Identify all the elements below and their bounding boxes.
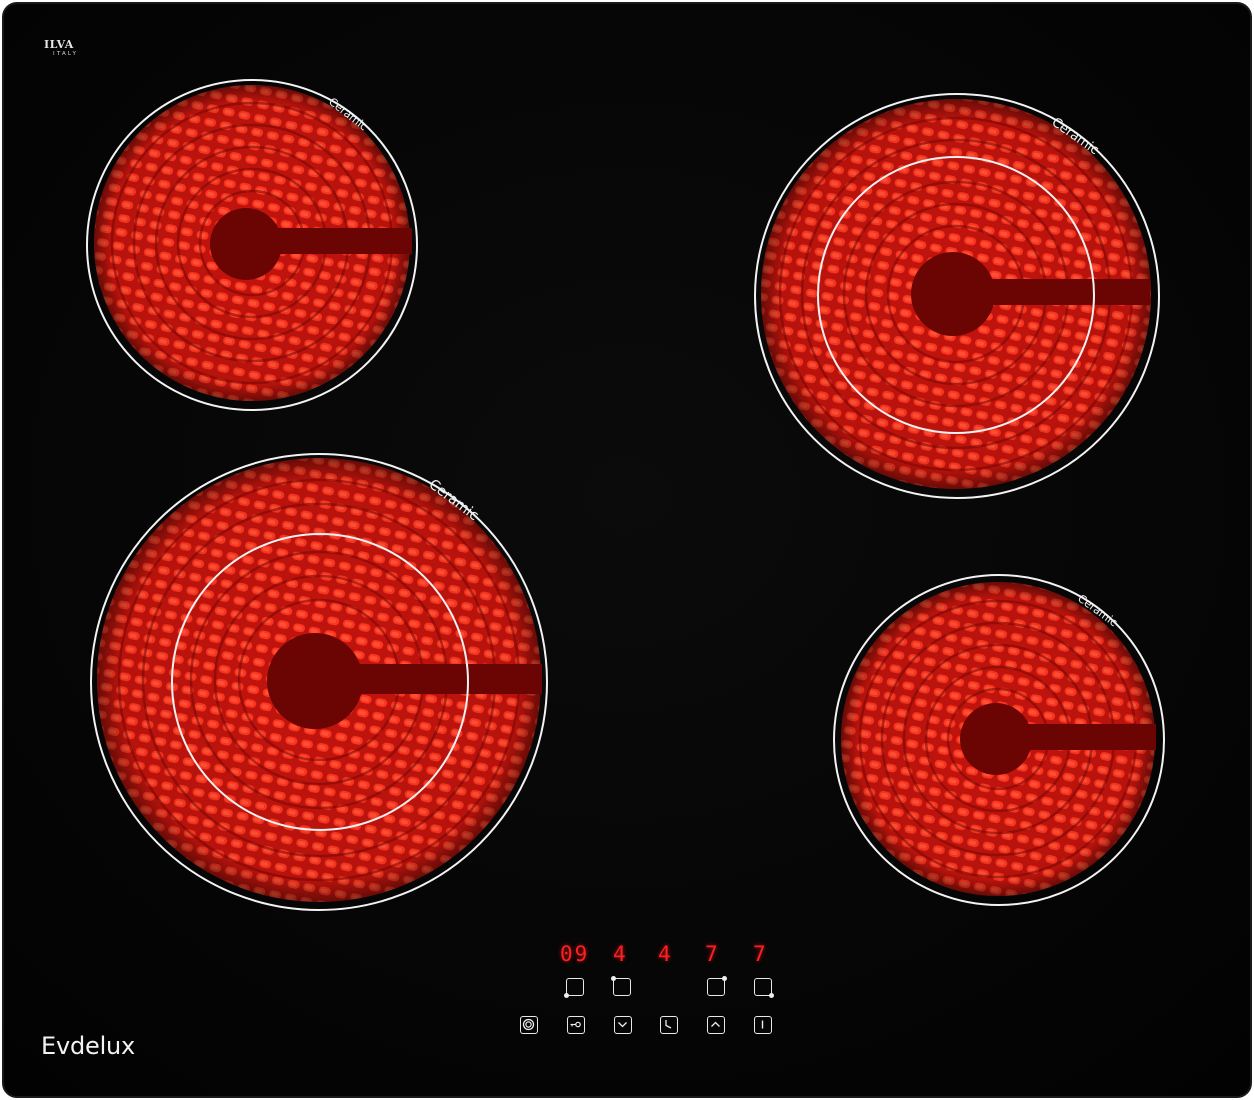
power-icon (522, 1018, 535, 1031)
timer-icon (665, 1020, 672, 1029)
ilva-logo-name: ILVA (44, 38, 74, 51)
burner-center (267, 633, 363, 729)
power-button[interactable] (520, 1016, 538, 1034)
burner-center (960, 703, 1032, 775)
evdelux-logo: Evdelux (41, 1032, 136, 1060)
key-lock-icon (570, 1021, 581, 1028)
increase-button[interactable] (707, 1016, 725, 1034)
burner-center (911, 252, 995, 336)
chevron-up-icon (711, 1021, 720, 1027)
display-timer: 09 (560, 942, 590, 966)
zone-indicator-icon (564, 993, 569, 998)
dual-zone-button[interactable] (754, 1016, 772, 1034)
display-zone-front-right: 7 (753, 942, 768, 966)
zone-select-front-right-button[interactable] (754, 978, 774, 998)
element-lead (262, 228, 412, 254)
display-zone-rear-right: 7 (705, 942, 720, 966)
display-zone-front-left: 4 (658, 942, 673, 966)
zone-indicator-icon (722, 976, 727, 981)
burner-center (210, 208, 282, 280)
zone-select-front-left-button[interactable] (611, 976, 631, 996)
display-zone-rear-left: 4 (613, 942, 628, 966)
key-lock-button[interactable] (567, 1016, 585, 1034)
ilva-logo-sub: ITALY (53, 51, 79, 57)
zone-indicator-icon (769, 993, 774, 998)
timer-button[interactable] (660, 1016, 678, 1034)
ilva-logo: ILVA ITALY (44, 39, 100, 59)
zone-indicator-icon (611, 976, 616, 981)
decrease-button[interactable] (614, 1016, 632, 1034)
dual-zone-icon (761, 1020, 764, 1029)
chevron-down-icon (618, 1022, 627, 1028)
zone-select-rear-left-button[interactable] (564, 978, 584, 998)
ceramic-cooktop: Ceramic Ceramic Ceramic Ceramic (2, 2, 1252, 1098)
zone-select-rear-right-button[interactable] (707, 976, 727, 996)
